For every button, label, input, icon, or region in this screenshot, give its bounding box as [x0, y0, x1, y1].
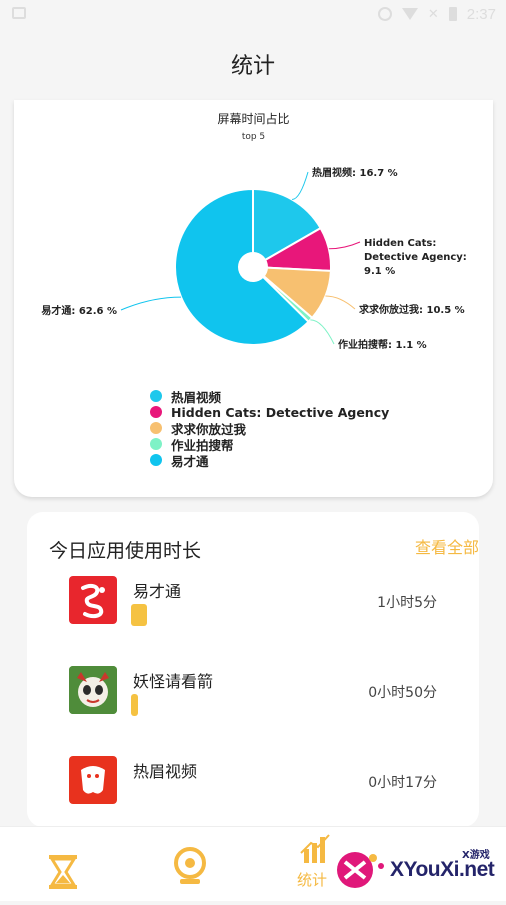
- legend-swatch: [150, 390, 162, 402]
- legend-label: 热眉视频: [171, 389, 222, 405]
- nav-item-timer[interactable]: [30, 827, 96, 901]
- pie-data-label: Hidden Cats:: [364, 238, 436, 249]
- usage-title: 今日应用使用时长: [49, 540, 202, 562]
- no-signal-icon: ✕: [427, 6, 439, 22]
- pie-data-label: 作业拍搜帮: 1.1 %: [338, 338, 427, 351]
- pie-data-label: Detective Agency:: [364, 252, 467, 263]
- remei-video-icon: [69, 756, 117, 804]
- pie-data-label: 热眉视频: 16.7 %: [312, 166, 398, 179]
- pie-data-label: 求求你放过我: 10.5 %: [359, 303, 465, 316]
- pie-data-label: 易才通: 62.6 %: [41, 304, 117, 317]
- pie-leader-line: [325, 295, 356, 310]
- pie-chart: 热眉视频: 16.7 % Hidden Cats: Detective Agency…: [41, 166, 467, 351]
- pie-leader-line: [291, 171, 309, 200]
- page-title: 统计: [230, 54, 275, 79]
- wifi-icon: [401, 8, 418, 20]
- app-duration: 1小时5分: [377, 595, 437, 611]
- pie-leader-line: [328, 241, 361, 250]
- pie-leader-line: [310, 319, 335, 345]
- status-bar: ✕ 2:37: [0, 0, 506, 28]
- pie-data-label: 9.1 %: [364, 266, 395, 277]
- app-name: 易才通: [133, 582, 182, 601]
- hourglass-icon: [49, 855, 77, 889]
- legend-item: 热眉视频: [150, 388, 389, 405]
- app-row[interactable]: 妖怪请看箭 0小时50分: [27, 666, 479, 736]
- app-duration: 0小时17分: [368, 775, 437, 791]
- chart-card: 屏幕时间占比 top 5 热眉视频: 16.7 % Hidden Cats: Det…: [14, 100, 493, 497]
- nav-label-stats: 统计: [297, 871, 328, 889]
- legend-swatch: [150, 438, 162, 450]
- pie-hole: [238, 252, 268, 282]
- usage-bar: [131, 694, 138, 716]
- notification-icon: [12, 7, 26, 19]
- legend-swatch: [150, 406, 162, 418]
- view-all-button[interactable]: 查看全部: [415, 534, 479, 558]
- legend-label: 易才通: [171, 453, 209, 469]
- legend-label: Hidden Cats: Detective Agency: [171, 404, 390, 420]
- legend-swatch: [150, 454, 162, 466]
- app-duration: 0小时50分: [368, 685, 437, 701]
- yicaitong-icon: [69, 576, 117, 624]
- legend-item: 易才通: [150, 452, 389, 469]
- battery-icon: [448, 7, 457, 21]
- app-name: 妖怪请看箭: [133, 672, 214, 691]
- legend-swatch: [150, 422, 162, 434]
- yaoguai-game-icon: [69, 666, 117, 714]
- camera-icon: [174, 847, 206, 884]
- watermark-text: XYouXi.net: [390, 858, 495, 881]
- pie-leader-line: [120, 296, 182, 311]
- nav-item-focus[interactable]: [160, 827, 226, 901]
- app-name: 热眉视频: [133, 762, 198, 781]
- usage-bar: [131, 604, 147, 626]
- usage-card: 今日应用使用时长 查看全部 易才通 1小时5分 妖怪请看箭 0小时50分 热眉视…: [27, 512, 479, 827]
- app-row[interactable]: 热眉视频 0小时17分: [27, 756, 479, 826]
- status-icons: ✕ 2:37: [377, 5, 496, 23]
- app-row[interactable]: 易才通 1小时5分: [27, 576, 479, 646]
- alarm-icon: [377, 7, 392, 21]
- chart-legend: 热眉视频 Hidden Cats: Detective Agency 求求你放过我作…: [150, 388, 390, 469]
- status-time: 2:37: [466, 5, 496, 23]
